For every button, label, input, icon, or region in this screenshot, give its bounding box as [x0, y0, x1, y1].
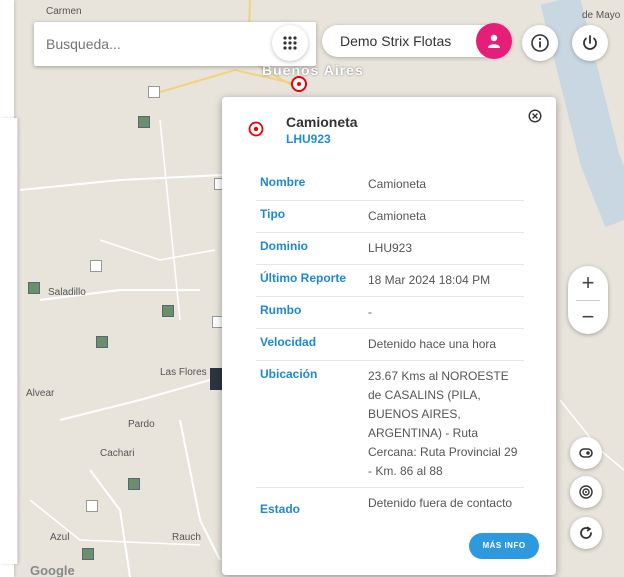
vehicle-info-popup: Camioneta LHU923 Nombre Camioneta Tipo C… [222, 97, 556, 575]
route-shield [148, 86, 160, 98]
detail-label: Rumbo [260, 303, 302, 317]
logout-button[interactable] [572, 25, 608, 61]
user-icon [488, 34, 500, 48]
track-button[interactable] [570, 476, 602, 508]
route-shield [128, 478, 140, 490]
map-label: Saladillo [48, 287, 86, 298]
detail-value: - [368, 305, 372, 319]
detail-label: Velocidad [260, 335, 317, 349]
detail-label: Dominio [260, 239, 308, 253]
info-button[interactable] [522, 25, 558, 61]
popup-plate-link[interactable]: LHU923 [286, 132, 331, 146]
detail-row: Estado Detenido fuera de contacto [256, 488, 524, 522]
map-label: de Mayo [582, 10, 621, 21]
target-icon [579, 485, 593, 499]
detail-row: Velocidad Detenido hace una hora [256, 329, 524, 361]
side-panel[interactable] [0, 0, 22, 577]
collapsed-panel-tab[interactable] [210, 368, 222, 390]
google-logo: Google [30, 563, 75, 577]
layers-icon [579, 448, 593, 458]
detail-row: Nombre Camioneta [256, 169, 524, 201]
vehicle-status-icon [248, 121, 264, 137]
detail-label: Tipo [260, 207, 286, 221]
more-info-button[interactable]: MÁS INFO [469, 533, 539, 559]
detail-row: Dominio LHU923 [256, 233, 524, 265]
detail-row: Rumbo - [256, 297, 524, 329]
detail-value: LHU923 [368, 241, 413, 255]
info-icon [531, 34, 549, 52]
detail-label: Nombre [260, 175, 306, 189]
detail-label: Último Reporte [260, 271, 347, 285]
map-label: Azul [50, 532, 70, 543]
zoom-in-button[interactable]: + [568, 266, 608, 300]
route-shield [86, 500, 98, 512]
detail-value: Camioneta [368, 209, 427, 223]
map-label: Carmen [46, 6, 82, 17]
refresh-button[interactable] [570, 517, 602, 549]
detail-value: 23.67 Kms al NOROESTE de CASALINS (PILA,… [368, 369, 518, 478]
zoom-out-button[interactable]: − [568, 300, 608, 334]
map-label: Las Flores [160, 367, 207, 378]
refresh-icon [580, 526, 592, 539]
detail-label: Ubicación [260, 367, 318, 381]
map-label: Alvear [26, 388, 55, 399]
apps-grid-button[interactable] [272, 25, 308, 61]
detail-value: Detenido fuera de contacto [368, 496, 513, 510]
map-label: Rauch [172, 532, 201, 543]
apps-grid-icon [283, 36, 297, 50]
route-shield [96, 336, 108, 348]
popup-title: Camioneta [286, 114, 358, 130]
detail-row: Ubicación 23.67 Kms al NOROESTE de CASAL… [256, 361, 524, 488]
route-shield [162, 305, 174, 317]
route-shield [90, 260, 102, 272]
detail-row: Último Reporte 18 Mar 2024 18:04 PM [256, 265, 524, 297]
map-layer-button[interactable] [570, 437, 602, 469]
route-shield [28, 282, 40, 294]
zoom-control: + − [568, 266, 608, 334]
user-name: Demo Strix Flotas [340, 33, 452, 49]
route-shield [138, 116, 150, 128]
route-shield [82, 548, 94, 560]
power-icon [583, 35, 597, 50]
vehicle-details: Nombre Camioneta Tipo Camioneta Dominio … [256, 169, 524, 522]
side-panel-card[interactable] [0, 118, 18, 564]
detail-label: Estado [260, 502, 301, 516]
user-menu[interactable]: Demo Strix Flotas [322, 23, 512, 59]
avatar[interactable] [476, 23, 512, 59]
vehicle-marker[interactable] [291, 76, 307, 92]
map-label: Cachari [100, 448, 135, 459]
detail-value: Detenido hace una hora [368, 337, 497, 351]
map-label: Pardo [128, 419, 155, 430]
close-icon[interactable] [528, 109, 542, 123]
detail-value: 18 Mar 2024 18:04 PM [368, 273, 491, 287]
search-input[interactable] [46, 33, 246, 55]
detail-row: Tipo Camioneta [256, 201, 524, 233]
detail-value: Camioneta [368, 177, 427, 191]
